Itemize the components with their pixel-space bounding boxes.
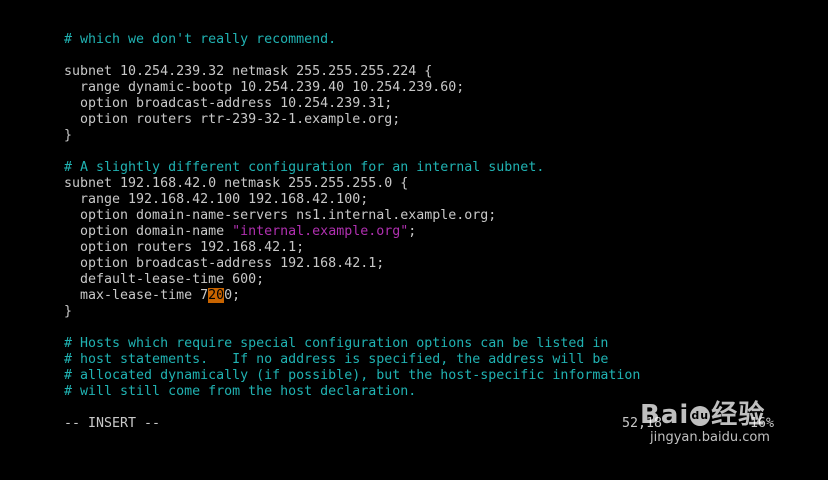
comment-text: # allocated dynamically (if possible), b…	[64, 368, 641, 383]
code-text: subnet 10.254.239.32 netmask 255.255.255…	[64, 64, 433, 79]
code-text: option domain-name-servers ns1.internal.…	[64, 208, 497, 223]
code-text: range 192.168.42.100 192.168.42.100;	[64, 192, 369, 207]
code-text: }	[64, 304, 73, 319]
editor-line[interactable]: subnet 10.254.239.32 netmask 255.255.255…	[64, 64, 804, 80]
editor-line[interactable]: subnet 192.168.42.0 netmask 255.255.255.…	[64, 176, 804, 192]
code-text: default-lease-time 600;	[64, 272, 265, 287]
editor-line[interactable]: range dynamic-bootp 10.254.239.40 10.254…	[64, 80, 804, 96]
terminal-editor[interactable]: # which we don't really recommend. subnet…	[64, 32, 804, 400]
editor-line[interactable]: # which we don't really recommend.	[64, 32, 804, 48]
mode-indicator: -- INSERT --	[64, 416, 161, 431]
editor-line[interactable]	[64, 320, 804, 336]
baidu-logo: Bai du经验	[640, 400, 766, 430]
code-text: option routers 192.168.42.1;	[64, 240, 305, 255]
code-text: }	[64, 128, 73, 143]
editor-line[interactable]: max-lease-time 7200;	[64, 288, 804, 304]
editor-line[interactable]: }	[64, 128, 804, 144]
string-literal: "internal.example.org"	[232, 224, 409, 239]
code-text: ;	[408, 224, 417, 239]
comment-text: # host statements. If no address is spec…	[64, 352, 609, 367]
code-text: option domain-name	[64, 224, 233, 239]
code-text: option routers rtr-239-32-1.example.org;	[64, 112, 401, 127]
text-cursor: 20	[208, 288, 225, 303]
code-text: max-lease-time 7	[64, 288, 209, 303]
editor-line[interactable]: option broadcast-address 10.254.239.31;	[64, 96, 804, 112]
editor-line[interactable]: # A slightly different configuration for…	[64, 160, 804, 176]
baidu-watermark: Bai du经验 jingyan.baidu.com	[640, 394, 820, 458]
editor-line[interactable]	[64, 144, 804, 160]
watermark-url: jingyan.baidu.com	[650, 430, 770, 445]
editor-line[interactable]: }	[64, 304, 804, 320]
code-text: option broadcast-address 192.168.42.1;	[64, 256, 385, 271]
comment-text: # will still come from the host declarat…	[64, 384, 417, 399]
code-text: option broadcast-address 10.254.239.31;	[64, 96, 393, 111]
editor-line[interactable]: # Hosts which require special configurat…	[64, 336, 804, 352]
comment-text: # Hosts which require special configurat…	[64, 336, 609, 351]
editor-line[interactable]: # allocated dynamically (if possible), b…	[64, 368, 804, 384]
editor-line[interactable]: option broadcast-address 192.168.42.1;	[64, 256, 804, 272]
code-text: 0;	[224, 288, 241, 303]
editor-line[interactable]: option domain-name-servers ns1.internal.…	[64, 208, 804, 224]
editor-line[interactable]: default-lease-time 600;	[64, 272, 804, 288]
editor-line[interactable]: option domain-name "internal.example.org…	[64, 224, 804, 240]
editor-line[interactable]: option routers 192.168.42.1;	[64, 240, 804, 256]
comment-text: # which we don't really recommend.	[64, 32, 337, 47]
editor-line[interactable]: option routers rtr-239-32-1.example.org;	[64, 112, 804, 128]
comment-text: # A slightly different configuration for…	[64, 160, 545, 175]
editor-line[interactable]: range 192.168.42.100 192.168.42.100;	[64, 192, 804, 208]
code-text: range dynamic-bootp 10.254.239.40 10.254…	[64, 80, 465, 95]
editor-line[interactable]: # host statements. If no address is spec…	[64, 352, 804, 368]
code-text: subnet 192.168.42.0 netmask 255.255.255.…	[64, 176, 409, 191]
paw-icon: du	[690, 405, 711, 426]
editor-line[interactable]	[64, 48, 804, 64]
